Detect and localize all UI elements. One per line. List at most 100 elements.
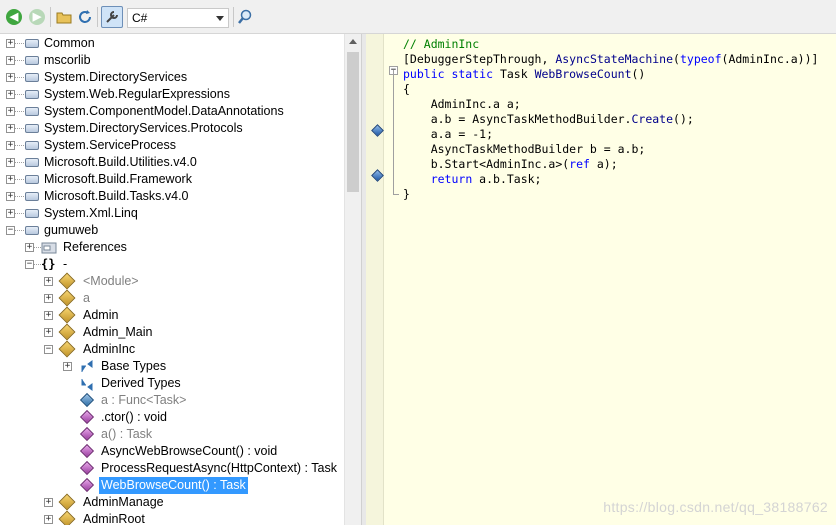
- expand-icon[interactable]: +: [6, 209, 15, 218]
- tree-node-class-admin[interactable]: + Admin: [0, 306, 340, 324]
- tree-node-class-adminroot[interactable]: + AdminRoot: [0, 510, 340, 525]
- expand-icon[interactable]: +: [6, 90, 15, 99]
- scroll-up-arrow-icon[interactable]: [349, 39, 357, 44]
- collapse-icon[interactable]: −: [6, 226, 15, 235]
- expand-icon[interactable]: +: [44, 498, 53, 507]
- tree-node-processrequestasync[interactable]: ProcessRequestAsync(HttpContext) : Task: [0, 460, 344, 477]
- tree-scrollbar[interactable]: [344, 34, 361, 525]
- back-button[interactable]: ◀: [5, 8, 23, 26]
- scroll-thumb[interactable]: [347, 52, 359, 192]
- code-token: [DebuggerStepThrough,: [403, 52, 556, 66]
- expand-icon[interactable]: +: [44, 277, 53, 286]
- code-line: AsyncTaskMethodBuilder b = a.b;: [403, 142, 646, 157]
- class-icon: [58, 510, 76, 525]
- tree-node-module[interactable]: + <Module>: [0, 272, 340, 290]
- tree-node-label: System.Xml.Linq: [44, 206, 138, 220]
- tree-node-derived-types[interactable]: Derived Types: [0, 375, 340, 392]
- tree-node-field-a[interactable]: a : Func<Task>: [0, 392, 340, 409]
- tree-node-label: <Module>: [83, 274, 139, 288]
- tree-node-class-adminmanage[interactable]: + AdminManage: [0, 493, 340, 511]
- back-arrow-icon: ◀: [6, 9, 22, 25]
- folder-icon: [56, 12, 72, 24]
- tree-node-method-a[interactable]: a() : Task: [0, 426, 340, 443]
- method-icon: [79, 426, 95, 442]
- tree-node-class-a[interactable]: + a: [0, 289, 340, 307]
- code-token: AsyncStateMachine: [555, 52, 674, 66]
- tree-node-base-types[interactable]: + Base Types: [0, 358, 340, 375]
- expand-icon[interactable]: +: [6, 56, 15, 65]
- tree-connector: [15, 179, 24, 180]
- collapse-icon[interactable]: −: [25, 260, 34, 269]
- decompile-view-toggle[interactable]: [101, 6, 123, 28]
- expand-icon[interactable]: +: [44, 515, 53, 524]
- tree-node-assembly[interactable]: + System.Xml.Linq: [0, 205, 340, 222]
- assembly-icon: [25, 226, 39, 235]
- expand-icon[interactable]: +: [6, 141, 15, 150]
- expand-icon[interactable]: +: [44, 328, 53, 337]
- tree-node-label: a : Func<Task>: [101, 393, 187, 407]
- class-icon: [58, 340, 76, 358]
- expand-icon[interactable]: +: [6, 158, 15, 167]
- assembly-icon: [25, 209, 39, 218]
- tree-node-assembly[interactable]: + System.ServiceProcess: [0, 137, 340, 154]
- expand-icon[interactable]: +: [63, 362, 72, 371]
- expand-icon[interactable]: +: [44, 294, 53, 303]
- expand-icon[interactable]: +: [6, 175, 15, 184]
- tree-node-label: Admin_Main: [83, 325, 153, 339]
- code-line: return a.b.Task;: [403, 172, 542, 187]
- class-icon: [58, 306, 76, 324]
- tree-node-assembly[interactable]: + Microsoft.Build.Framework: [0, 171, 340, 188]
- tree-node-mscorlib[interactable]: + mscorlib: [0, 52, 340, 69]
- toolbar-separator: [50, 7, 51, 27]
- tree-connector: [15, 60, 24, 61]
- fold-guide-end: [393, 194, 399, 195]
- assembly-tree[interactable]: + Common + mscorlib + System.DirectorySe…: [0, 34, 344, 525]
- code-line: public static Task WebBrowseCount(): [403, 67, 645, 82]
- tree-connector: [15, 111, 24, 112]
- code-token: a.a = -1;: [403, 127, 494, 141]
- expand-icon[interactable]: +: [6, 39, 15, 48]
- tree-node-gumuweb[interactable]: − gumuweb: [0, 222, 340, 239]
- expand-icon[interactable]: +: [6, 124, 15, 133]
- tree-node-assembly[interactable]: + System.ComponentModel.DataAnnotations: [0, 103, 340, 120]
- tree-node-assembly[interactable]: + Microsoft.Build.Tasks.v4.0: [0, 188, 340, 205]
- tree-node-label: mscorlib: [44, 53, 91, 67]
- tree-node-ctor[interactable]: .ctor() : void: [0, 409, 340, 426]
- tree-node-references[interactable]: + References: [0, 239, 340, 256]
- code-line: a.b = AsyncTaskMethodBuilder.Create();: [403, 112, 694, 127]
- collapse-icon[interactable]: −: [44, 345, 53, 354]
- expand-icon[interactable]: +: [6, 73, 15, 82]
- code-view[interactable]: − // AdminInc [DebuggerStepThrough, Async…: [366, 34, 836, 525]
- expand-icon[interactable]: +: [25, 243, 34, 252]
- method-icon: [79, 443, 95, 459]
- expand-icon[interactable]: +: [6, 107, 15, 116]
- expand-icon[interactable]: +: [44, 311, 53, 320]
- open-button[interactable]: [55, 8, 73, 26]
- tree-node-namespace[interactable]: − {} -: [0, 256, 340, 273]
- class-icon: [58, 272, 76, 290]
- tree-node-webbrowsecount[interactable]: WebBrowseCount() : Task: [0, 477, 340, 494]
- forward-button[interactable]: ▶: [28, 8, 46, 26]
- code-token: {: [403, 82, 410, 96]
- tree-node-assembly[interactable]: + System.DirectoryServices: [0, 69, 340, 86]
- tree-node-label: -: [63, 257, 68, 271]
- assembly-icon: [25, 56, 39, 65]
- tree-node-common[interactable]: + Common: [0, 35, 340, 52]
- tree-node-assembly[interactable]: + System.Web.RegularExpressions: [0, 86, 340, 103]
- tree-node-class-admininc[interactable]: − AdminInc: [0, 340, 340, 358]
- search-button[interactable]: [236, 8, 254, 26]
- tree-node-assembly[interactable]: + Microsoft.Build.Utilities.v4.0: [0, 154, 340, 171]
- tree-connector: [15, 145, 24, 146]
- code-token: ();: [673, 112, 694, 126]
- code-token: a.b = AsyncTaskMethodBuilder.: [403, 112, 632, 126]
- expand-icon[interactable]: +: [6, 192, 15, 201]
- watermark: https://blog.csdn.net/qq_38188762: [603, 499, 828, 515]
- tree-node-label: System.DirectoryServices: [44, 70, 188, 84]
- tree-node-assembly[interactable]: + System.DirectoryServices.Protocols: [0, 120, 340, 137]
- tree-node-class-admin-main[interactable]: + Admin_Main: [0, 323, 340, 341]
- refresh-button[interactable]: [76, 8, 94, 26]
- tree-node-label: System.ServiceProcess: [44, 138, 176, 152]
- language-select[interactable]: C#: [127, 8, 229, 28]
- tree-node-asyncwebbrowsecount[interactable]: AsyncWebBrowseCount() : void: [0, 443, 340, 460]
- gutter: [366, 34, 384, 525]
